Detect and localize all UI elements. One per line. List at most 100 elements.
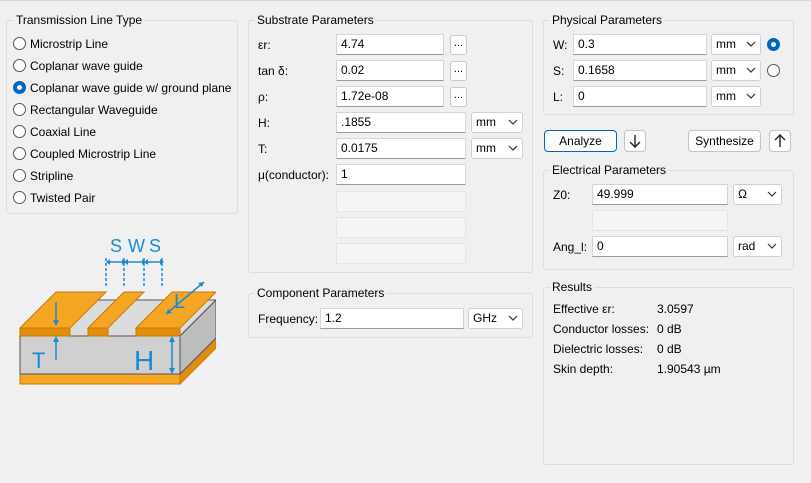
z0-label: Z0: xyxy=(553,188,571,202)
z0-unit-value: Ω xyxy=(738,187,747,201)
extra-field-1 xyxy=(336,191,466,212)
line-type-label: Coplanar wave guide xyxy=(30,59,143,73)
line-type-radio[interactable] xyxy=(13,125,26,138)
h-label: H: xyxy=(258,116,270,130)
electrical-title: Electrical Parameters xyxy=(550,163,669,177)
tand-field[interactable]: 0.02 xyxy=(336,60,444,81)
er-browse-button[interactable]: ... xyxy=(450,35,467,55)
w-unit-value: mm xyxy=(716,37,736,51)
t-unit-value: mm xyxy=(476,141,496,155)
chevron-down-icon xyxy=(746,41,756,47)
result-label: Skin depth: xyxy=(553,362,614,376)
dim-label-s2: S xyxy=(149,236,161,256)
w-label: W: xyxy=(553,38,568,52)
frequency-label: Frequency: xyxy=(258,312,319,326)
rho-browse-button[interactable]: ... xyxy=(450,87,467,107)
z0-unit-select[interactable]: Ω xyxy=(733,184,782,205)
analyze-down-button[interactable] xyxy=(624,130,646,152)
l-field[interactable]: 0 xyxy=(573,86,707,107)
line-type-label: Rectangular Waveguide xyxy=(30,103,158,117)
synthesize-button[interactable]: Synthesize xyxy=(688,130,761,152)
h-field[interactable]: .1855 xyxy=(336,112,466,133)
dim-label-w: W xyxy=(128,236,145,256)
s-unit-value: mm xyxy=(716,63,736,77)
line-type-label: Coplanar wave guide w/ ground plane xyxy=(30,81,232,95)
component-title: Component Parameters xyxy=(255,286,387,300)
frequency-field[interactable]: 1.2 xyxy=(320,308,464,329)
right-ground-strip-front xyxy=(135,327,181,337)
arrow-up-icon xyxy=(774,134,786,147)
chevron-down-icon xyxy=(767,191,777,197)
result-value: 0 dB xyxy=(657,322,682,336)
s-unit-select[interactable]: mm xyxy=(711,60,761,81)
s-field[interactable]: 0.1658 xyxy=(573,60,707,81)
line-type-radio[interactable] xyxy=(13,59,26,72)
arrow-down-icon xyxy=(629,135,641,148)
ang-unit-select[interactable]: rad xyxy=(733,236,782,257)
line-type-label: Coaxial Line xyxy=(30,125,97,139)
substrate-title: Substrate Parameters xyxy=(255,13,376,27)
result-value: 0 dB xyxy=(657,342,682,356)
chevron-down-icon xyxy=(508,315,518,321)
z0-field[interactable]: 49.999 xyxy=(592,184,728,205)
center-strip-front xyxy=(87,327,109,337)
t-label: T: xyxy=(258,142,268,156)
cpw-diagram: S W S L T H xyxy=(18,236,216,386)
l-unit-select[interactable]: mm xyxy=(711,86,761,107)
tand-browse-button[interactable]: ... xyxy=(450,61,467,81)
frequency-unit-value: GHz xyxy=(473,311,497,325)
chevron-down-icon xyxy=(508,119,518,125)
s-label: S: xyxy=(553,64,565,78)
l-label: L: xyxy=(553,90,564,104)
extra-field-2 xyxy=(336,217,466,238)
chevron-down-icon xyxy=(767,243,777,249)
dim-label-h: H xyxy=(134,345,154,376)
dim-label-t: T xyxy=(32,348,45,373)
extra-field-3 xyxy=(336,243,466,264)
h-unit-value: mm xyxy=(476,115,496,129)
tand-label: tan δ: xyxy=(258,64,289,78)
line-type-radio[interactable] xyxy=(13,169,26,182)
chevron-down-icon xyxy=(746,67,756,73)
w-lock-radio[interactable] xyxy=(767,38,780,51)
rho-field[interactable]: 1.72e-08 xyxy=(336,86,444,107)
line-type-title: Transmission Line Type xyxy=(14,13,145,27)
line-type-label: Stripline xyxy=(30,169,74,183)
line-type-radio[interactable] xyxy=(13,103,26,116)
ang-field[interactable]: 0 xyxy=(592,236,728,257)
t-field[interactable]: 0.0175 xyxy=(336,138,466,159)
result-value: 3.0597 xyxy=(657,302,694,316)
w-field[interactable]: 0.3 xyxy=(573,34,707,55)
top-border xyxy=(0,0,811,1)
h-unit-select[interactable]: mm xyxy=(471,112,523,133)
line-type-label: Twisted Pair xyxy=(30,191,96,205)
frequency-unit-select[interactable]: GHz xyxy=(468,308,523,329)
line-type-label: Coupled Microstrip Line xyxy=(30,147,157,161)
w-unit-select[interactable]: mm xyxy=(711,34,761,55)
synthesize-up-button[interactable] xyxy=(769,130,791,152)
analyze-button[interactable]: Analyze xyxy=(544,130,617,152)
electrical-extra-field xyxy=(592,210,728,231)
s-lock-radio[interactable] xyxy=(767,64,780,77)
ground-plane-front xyxy=(19,373,181,385)
rho-label: ρ: xyxy=(258,90,269,104)
ang-label: Ang_l: xyxy=(553,240,588,254)
chevron-down-icon xyxy=(508,145,518,151)
line-type-radio[interactable] xyxy=(13,191,26,204)
mu-field[interactable]: 1 xyxy=(336,164,466,185)
line-type-label: Microstrip Line xyxy=(30,37,109,51)
t-unit-select[interactable]: mm xyxy=(471,138,523,159)
er-label: εr: xyxy=(258,38,271,52)
line-type-radio[interactable] xyxy=(13,37,26,50)
left-ground-strip-front xyxy=(19,327,71,337)
mu-label: μ(conductor): xyxy=(258,168,329,182)
result-value: 1.90543 µm xyxy=(657,362,721,376)
result-label: Conductor losses: xyxy=(553,322,650,336)
l-unit-value: mm xyxy=(716,89,736,103)
result-label: Dielectric losses: xyxy=(553,342,644,356)
results-title: Results xyxy=(550,280,595,294)
line-type-radio[interactable] xyxy=(13,81,26,94)
line-type-radio[interactable] xyxy=(13,147,26,160)
result-label: Effective εr: xyxy=(553,302,615,316)
er-field[interactable]: 4.74 xyxy=(336,34,444,55)
